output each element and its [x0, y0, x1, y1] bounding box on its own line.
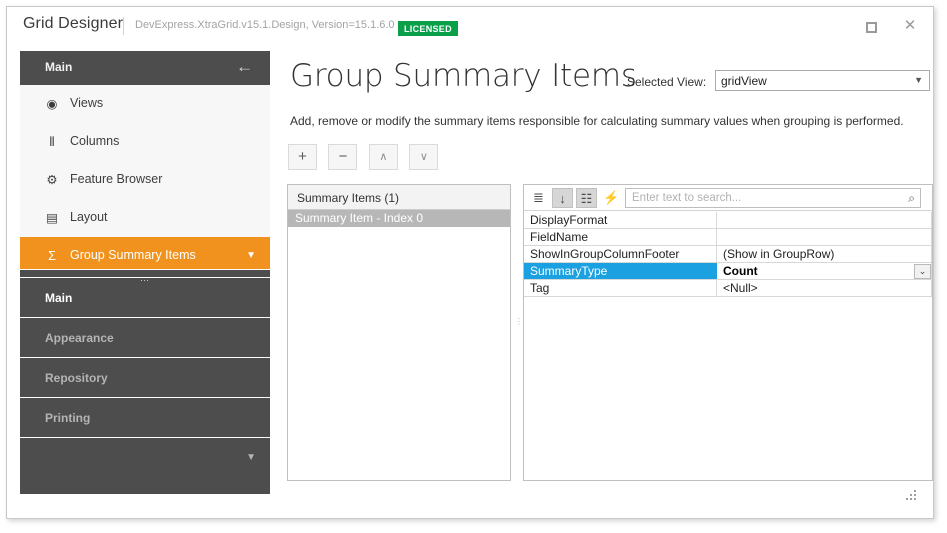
sidebar-item-label: Feature Browser: [70, 172, 163, 186]
sidebar-splitter[interactable]: ⋯: [20, 269, 270, 285]
property-value[interactable]: [717, 212, 932, 228]
summary-items-panel: Summary Items (1) Summary Item - Index 0: [287, 184, 511, 481]
property-name: SummaryType: [524, 263, 717, 279]
resize-grip[interactable]: [904, 490, 918, 504]
sidebar-section-label: Appearance: [45, 331, 114, 345]
sidebar-nav-list: ◉ Views ⦀ Columns ⚙ Feature Browser ▤ La…: [20, 85, 270, 275]
property-value[interactable]: Count: [717, 263, 932, 279]
sidebar-header: Main ←: [20, 51, 270, 85]
title-separator: [123, 17, 124, 35]
property-value[interactable]: [717, 229, 932, 245]
app-title: Grid Designer: [23, 15, 124, 32]
property-row-tag[interactable]: Tag <Null>: [524, 280, 932, 297]
summary-items-header: Summary Items (1): [288, 185, 510, 210]
selected-view-value: gridView: [721, 74, 767, 88]
sidebar-item-columns[interactable]: ⦀ Columns: [20, 123, 270, 161]
list-item[interactable]: Summary Item - Index 0: [288, 210, 510, 227]
sidebar-item-label: Group Summary Items: [70, 248, 196, 262]
property-row-showingroupcolumnfooter[interactable]: ShowInGroupColumnFooter (Show in GroupRo…: [524, 246, 932, 263]
sidebar: Main ← ◉ Views ⦀ Columns ⚙ Feature Brows…: [20, 51, 270, 494]
move-up-button[interactable]: ∧: [368, 144, 398, 170]
property-row-fieldname[interactable]: FieldName: [524, 229, 932, 246]
property-name: FieldName: [524, 229, 717, 245]
sidebar-item-label: Layout: [70, 210, 108, 224]
sidebar-sections: Main Appearance Repository Printing ▼: [20, 278, 270, 494]
property-grid-rows: DisplayFormat FieldName ShowInGroupColum…: [524, 212, 932, 480]
property-value[interactable]: (Show in GroupRow): [717, 246, 932, 262]
property-row-summarytype[interactable]: SummaryType Count ⌄: [524, 263, 932, 280]
sort-alphabetical-icon[interactable]: ↓: [552, 188, 573, 208]
page-title: Group Summary Items: [290, 58, 637, 94]
page-description: Add, remove or modify the summary items …: [290, 114, 904, 128]
add-summary-item-button[interactable]: +: [288, 144, 317, 170]
panel-splitter[interactable]: ⋮⋮: [515, 318, 531, 347]
events-lightning-icon[interactable]: ⚡: [601, 188, 622, 208]
chevron-down-icon[interactable]: ▼: [246, 250, 256, 261]
summary-items-header-label: Summary Items (1): [297, 191, 400, 205]
property-name: DisplayFormat: [524, 212, 717, 228]
summary-items-toolbar: + − ∧ ∨: [288, 144, 445, 170]
property-grid-empty-area: [524, 297, 932, 480]
main-content: Group Summary Items Selected View: gridV…: [270, 51, 933, 508]
sidebar-section-repository[interactable]: Repository: [20, 358, 270, 398]
eye-icon: ◉: [46, 97, 58, 111]
chevron-down-icon[interactable]: ⌄: [914, 264, 931, 279]
property-name: Tag: [524, 280, 717, 296]
selected-view-dropdown[interactable]: gridView ▼: [715, 70, 930, 91]
search-input[interactable]: Enter text to search... ⌕: [625, 188, 921, 208]
sidebar-section-label: Printing: [45, 411, 91, 425]
gear-icon: ⚙: [46, 173, 58, 187]
sidebar-header-label: Main: [45, 60, 73, 74]
columns-icon: ⦀: [49, 135, 55, 149]
sidebar-item-label: Views: [70, 96, 104, 110]
license-badge: LICENSED: [398, 21, 458, 36]
property-value[interactable]: <Null>: [717, 280, 932, 296]
property-row-displayformat[interactable]: DisplayFormat: [524, 212, 932, 229]
search-placeholder: Enter text to search...: [632, 192, 742, 204]
sidebar-item-views[interactable]: ◉ Views: [20, 85, 270, 123]
close-button[interactable]: ✕: [893, 15, 927, 37]
sidebar-section-label: Repository: [45, 371, 108, 385]
assembly-info-text: DevExpress.XtraGrid.v15.1.Design, Versio…: [135, 19, 395, 31]
sidebar-section-printing[interactable]: Printing: [20, 398, 270, 438]
chevron-down-icon[interactable]: ▼: [246, 452, 256, 463]
sidebar-section-appearance[interactable]: Appearance: [20, 318, 270, 358]
layout-icon: ▤: [46, 211, 58, 225]
chevron-down-icon[interactable]: ▼: [914, 75, 923, 85]
sigma-icon: Σ: [48, 249, 56, 263]
grid-designer-window: Grid Designer DevExpress.XtraGrid.v15.1.…: [6, 6, 934, 519]
sidebar-item-feature-browser[interactable]: ⚙ Feature Browser: [20, 161, 270, 199]
move-down-button[interactable]: ∨: [409, 144, 439, 170]
selected-view-label: Selected View:: [627, 75, 707, 89]
sidebar-item-layout[interactable]: ▤ Layout: [20, 199, 270, 237]
sidebar-section-main[interactable]: Main: [20, 278, 270, 318]
categorized-icon[interactable]: ≣: [528, 188, 549, 208]
maximize-button[interactable]: [854, 15, 888, 37]
remove-summary-item-button[interactable]: −: [328, 144, 358, 170]
property-grid-panel: ≣ ↓ ☷ ⚡ Enter text to search... ⌕ Displa…: [523, 184, 933, 481]
search-icon[interactable]: ⌕: [908, 191, 915, 206]
properties-page-icon[interactable]: ☷: [576, 188, 597, 208]
maximize-icon: [865, 21, 877, 33]
back-arrow-icon[interactable]: ←: [236, 57, 253, 77]
sidebar-item-label: Columns: [70, 134, 120, 148]
property-name: ShowInGroupColumnFooter: [524, 246, 717, 262]
title-bar: Grid Designer DevExpress.XtraGrid.v15.1.…: [7, 7, 933, 44]
property-grid-toolbar: ≣ ↓ ☷ ⚡ Enter text to search... ⌕: [524, 185, 932, 211]
sidebar-section-more[interactable]: ▼: [20, 438, 270, 477]
list-item-label: Summary Item - Index 0: [295, 211, 424, 225]
sidebar-section-label: Main: [45, 291, 73, 305]
